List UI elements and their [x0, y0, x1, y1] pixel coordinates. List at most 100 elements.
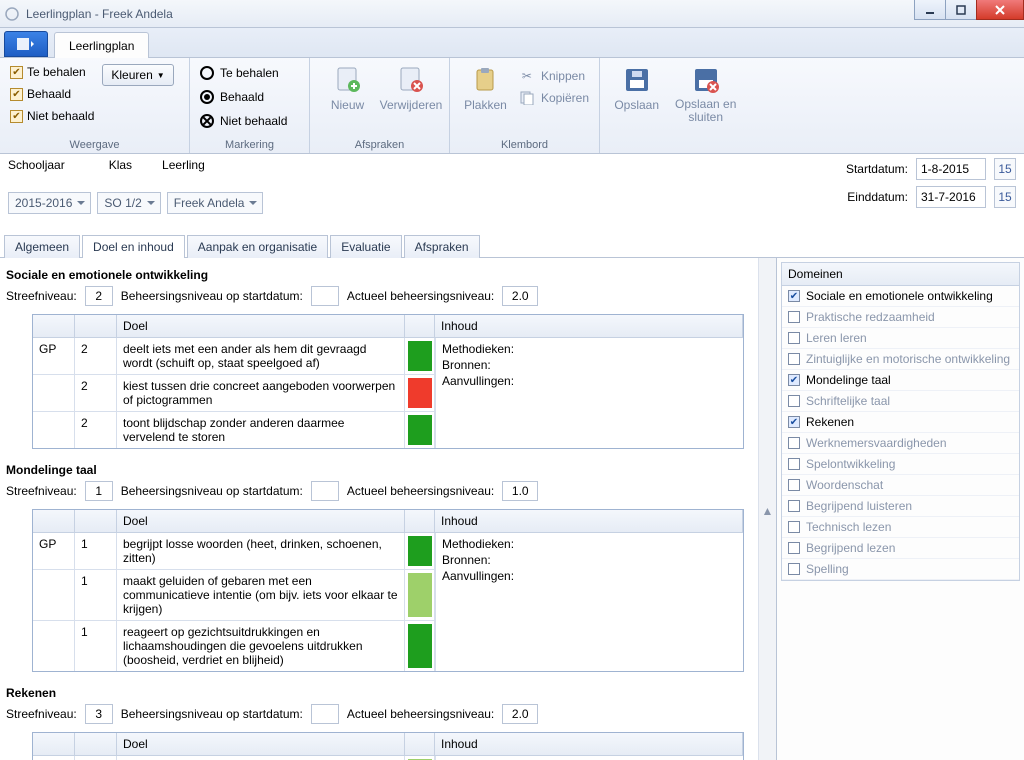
mark-behaald[interactable]: Behaald — [200, 86, 299, 108]
domein-item[interactable]: Leren leren — [782, 328, 1019, 349]
table-row[interactable]: 1reageert op gezichtsuitdrukkingen en li… — [33, 620, 435, 671]
table-row[interactable]: 2toont blijdschap zonder anderen daarmee… — [33, 411, 435, 448]
tab-afspraken[interactable]: Afspraken — [404, 235, 480, 258]
startdatum-input[interactable]: 1-8-2015 — [916, 158, 986, 180]
table-row[interactable]: GP2deelt iets met een ander als hem dit … — [33, 338, 435, 374]
table-row[interactable]: GP1begrijpt losse woorden (heet, drinken… — [33, 533, 435, 569]
checkbox-icon — [788, 353, 800, 365]
tab-doel-inhoud[interactable]: Doel en inhoud — [82, 235, 185, 258]
beheer-start-value[interactable] — [311, 286, 339, 306]
opslaan-sluiten-button[interactable]: Opslaan en sluiten — [671, 62, 740, 124]
row-doel: kiest tussen drie concreet aangeboden vo… — [117, 375, 405, 411]
tab-evaluatie[interactable]: Evaluatie — [330, 235, 401, 258]
domeinen-header: Domeinen — [781, 262, 1020, 286]
ribbon-tab-leerlingplan[interactable]: Leerlingplan — [54, 32, 149, 58]
level-row: Streefniveau:2Beheersingsniveau op start… — [6, 286, 752, 306]
checkbox-icon — [788, 458, 800, 470]
knippen-button[interactable]: ✂Knippen — [519, 66, 589, 86]
table-row[interactable]: GP3koppelt getalsymbolen tot en met 5 aa… — [33, 756, 435, 760]
file-menu-button[interactable] — [4, 31, 48, 57]
einddatum-input[interactable]: 31-7-2016 — [916, 186, 986, 208]
checkbox-icon — [788, 521, 800, 533]
tab-aanpak[interactable]: Aanpak en organisatie — [187, 235, 328, 258]
side-panel: Domeinen ✔Sociale en emotionele ontwikke… — [776, 258, 1024, 760]
inhoud-cell: Methodieken:Bronnen:Aanvullingen: — [435, 338, 743, 448]
domein-item[interactable]: ✔Mondelinge taal — [782, 370, 1019, 391]
col-inhoud: Inhoud — [435, 510, 743, 532]
mark-te-behalen[interactable]: Te behalen — [200, 62, 299, 84]
row-doel: toont blijdschap zonder anderen daarmee … — [117, 412, 405, 448]
content-area: Sociale en emotionele ontwikkeling Streef… — [0, 258, 758, 760]
title-bar: Leerlingplan - Freek Andela — [0, 0, 1024, 28]
row-level: 3 — [75, 756, 117, 760]
domein-item[interactable]: ✔Sociale en emotionele ontwikkeling — [782, 286, 1019, 307]
detail-tabs: Algemeen Doel en inhoud Aanpak en organi… — [0, 234, 1024, 258]
scrollbar[interactable]: ▲ — [758, 258, 776, 760]
checkbox-icon: ✔ — [788, 416, 800, 428]
domein-label: Spelling — [806, 562, 849, 576]
domein-item[interactable]: Begrijpend luisteren — [782, 496, 1019, 517]
domein-item[interactable]: Spelling — [782, 559, 1019, 580]
domein-item[interactable]: Werknemersvaardigheden — [782, 433, 1019, 454]
domein-item[interactable]: Technisch lezen — [782, 517, 1019, 538]
domein-label: Schriftelijke taal — [806, 394, 890, 408]
domein-item[interactable]: Zintuiglijke en motorische ontwikkeling — [782, 349, 1019, 370]
checkbox-icon — [788, 479, 800, 491]
ribbon: ✔Te behalen ✔Behaald ✔Niet behaald Kleur… — [0, 58, 1024, 154]
leerling-combo[interactable]: Freek Andela — [167, 192, 264, 214]
domein-label: Sociale en emotionele ontwikkeling — [806, 289, 993, 303]
status-square — [408, 415, 432, 445]
domein-item[interactable]: Praktische redzaamheid — [782, 307, 1019, 328]
chk-te-behalen[interactable]: ✔Te behalen — [10, 62, 94, 82]
table-row[interactable]: 2kiest tussen drie concreet aangeboden v… — [33, 374, 435, 411]
plakken-button[interactable]: Plakken — [460, 62, 511, 112]
mark-niet-behaald[interactable]: Niet behaald — [200, 110, 299, 132]
status-square — [408, 624, 432, 668]
paste-icon — [469, 64, 501, 96]
calendar-icon[interactable]: 15 — [994, 158, 1016, 180]
opslaan-button[interactable]: Opslaan — [610, 62, 663, 124]
nieuw-button[interactable]: Nieuw — [320, 62, 375, 112]
close-button[interactable] — [976, 0, 1024, 20]
section-title: Mondelinge taal — [6, 463, 752, 477]
table-row[interactable]: 1maakt geluiden of gebaren met een commu… — [33, 569, 435, 620]
inhoud-cell: Methodieken:Bronnen:Aanvullingen: — [435, 533, 743, 671]
col-inhoud: Inhoud — [435, 315, 743, 337]
domein-item[interactable]: Begrijpend lezen — [782, 538, 1019, 559]
row-level: 2 — [75, 412, 117, 448]
verwijderen-button[interactable]: Verwijderen — [383, 62, 439, 112]
section-title: Sociale en emotionele ontwikkeling — [6, 268, 752, 282]
schooljaar-combo[interactable]: 2015-2016 — [8, 192, 91, 214]
beheer-start-value[interactable] — [311, 481, 339, 501]
col-inhoud: Inhoud — [435, 733, 743, 755]
domein-item[interactable]: Spelontwikkeling — [782, 454, 1019, 475]
startdatum-label: Startdatum: — [846, 162, 908, 176]
col-doel: Doel — [117, 733, 405, 755]
klas-combo[interactable]: SO 1/2 — [97, 192, 160, 214]
row-doel: begrijpt losse woorden (heet, drinken, s… — [117, 533, 405, 569]
domein-item[interactable]: Woordenschat — [782, 475, 1019, 496]
domein-item[interactable]: Schriftelijke taal — [782, 391, 1019, 412]
maximize-button[interactable] — [945, 0, 977, 20]
calendar-icon[interactable]: 15 — [994, 186, 1016, 208]
beheer-start-value[interactable] — [311, 704, 339, 724]
domein-item[interactable]: ✔Rekenen — [782, 412, 1019, 433]
kleuren-button[interactable]: Kleuren▼ — [102, 64, 173, 86]
ribbon-tab-strip: Leerlingplan — [0, 28, 1024, 58]
domein-label: Mondelinge taal — [806, 373, 891, 387]
klas-label: Klas — [109, 158, 132, 172]
minimize-button[interactable] — [914, 0, 946, 20]
kopieren-button[interactable]: Kopiëren — [519, 88, 589, 108]
chk-niet-behaald[interactable]: ✔Niet behaald — [10, 106, 94, 126]
chk-behaald[interactable]: ✔Behaald — [10, 84, 94, 104]
leerling-label: Leerling — [162, 158, 205, 172]
einddatum-label: Einddatum: — [847, 190, 908, 204]
actueel-value: 1.0 — [502, 481, 538, 501]
new-icon — [332, 64, 364, 96]
tab-algemeen[interactable]: Algemeen — [4, 235, 80, 258]
group-markering-label: Markering — [200, 137, 299, 151]
domein-label: Technisch lezen — [806, 520, 891, 534]
domein-label: Praktische redzaamheid — [806, 310, 935, 324]
checkbox-icon — [788, 311, 800, 323]
domein-label: Leren leren — [806, 331, 867, 345]
